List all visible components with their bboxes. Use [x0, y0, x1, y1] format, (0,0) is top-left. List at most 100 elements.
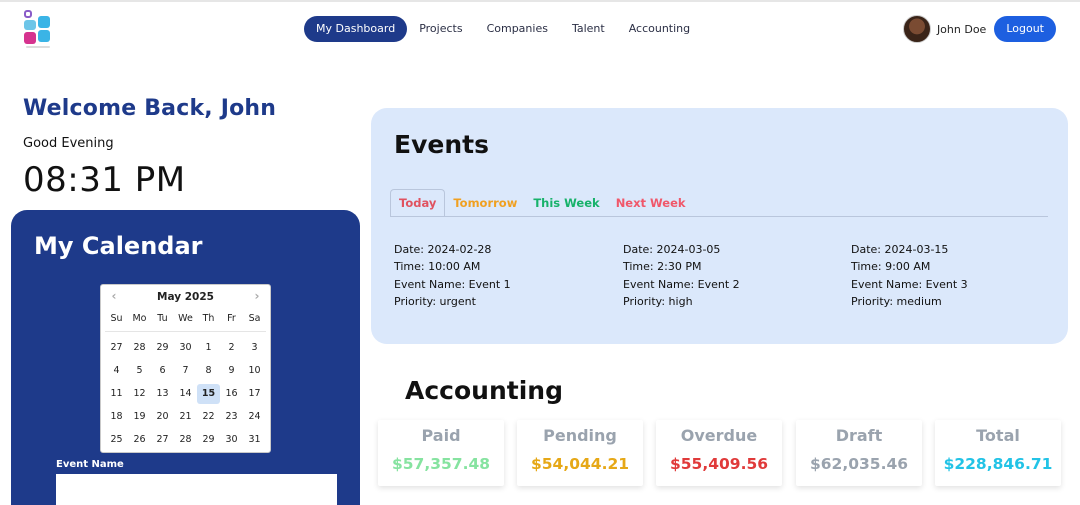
chevron-right-icon[interactable]: ›	[248, 285, 266, 309]
calendar-day[interactable]: 9	[220, 361, 243, 381]
calendar-day[interactable]: 1	[197, 338, 220, 358]
calendar-day[interactable]: 14	[174, 384, 197, 404]
calendar-day[interactable]: 12	[128, 384, 151, 404]
tabs-underline	[390, 216, 1048, 217]
calendar-day[interactable]: 20	[151, 407, 174, 427]
event-date: Date: 2024-03-15	[851, 243, 949, 256]
user-area: John Doe Logout	[902, 15, 1056, 43]
accounting-card-overdue[interactable]: Overdue $55,409.56	[656, 420, 782, 486]
events-tabs: Today Tomorrow This Week Next Week	[390, 189, 694, 216]
date-picker: ‹ May 2025 › Su Mo Tu We Th Fr Sa 27 28 29 30 1 2 3 4…	[100, 284, 271, 453]
card-value: $55,409.56	[669, 455, 769, 473]
weekday-label: Th	[202, 313, 215, 324]
main-nav: My Dashboard Projects Companies Talent A…	[304, 16, 702, 42]
calendar-day[interactable]: 31	[243, 430, 266, 450]
tab-next-week[interactable]: Next Week	[608, 190, 694, 216]
nav-item-accounting[interactable]: Accounting	[617, 16, 702, 42]
current-time: 08:31 PM	[23, 160, 186, 200]
event-item: Date: 2024-03-05 Time: 2:30 PM Event Nam…	[623, 241, 740, 310]
calendar-day[interactable]: 4	[105, 361, 128, 381]
calendar-title: My Calendar	[34, 232, 203, 260]
calendar-day[interactable]: 8	[197, 361, 220, 381]
card-value: $57,357.48	[391, 455, 491, 473]
event-name-label: Event Name	[56, 459, 124, 470]
weekday-label: Mo	[132, 313, 147, 324]
accounting-card-paid[interactable]: Paid $57,357.48	[378, 420, 504, 486]
weekday-label: We	[178, 313, 193, 324]
card-label: Pending	[543, 426, 617, 445]
calendar-day[interactable]: 28	[128, 338, 151, 358]
date-picker-header: ‹ May 2025 ›	[101, 285, 270, 309]
date-picker-divider	[105, 331, 266, 332]
card-label: Paid	[421, 426, 461, 445]
calendar-day[interactable]: 18	[105, 407, 128, 427]
calendar-day[interactable]: 2	[220, 338, 243, 358]
calendar-day[interactable]: 10	[243, 361, 266, 381]
calendar-day[interactable]: 30	[220, 430, 243, 450]
calendar-day[interactable]: 17	[243, 384, 266, 404]
calendar-day[interactable]: 22	[197, 407, 220, 427]
calendar-day[interactable]: 25	[105, 430, 128, 450]
app-logo[interactable]	[22, 8, 52, 50]
day-grid: 27 28 29 30 1 2 3 4 5 6 7 8 9 10 11 12 13 14 15 16 17 18 19 20 2…	[101, 338, 270, 450]
event-date: Date: 2024-03-05	[623, 243, 721, 256]
calendar-day[interactable]: 26	[128, 430, 151, 450]
tab-tomorrow[interactable]: Tomorrow	[445, 190, 525, 216]
calendar-day[interactable]: 16	[220, 384, 243, 404]
calendar-day[interactable]: 27	[105, 338, 128, 358]
weekday-row: Su Mo Tu We Th Fr Sa	[101, 309, 270, 329]
logo-outline-square	[24, 10, 32, 18]
card-value: $62,035.46	[809, 455, 909, 473]
calendar-day[interactable]: 29	[197, 430, 220, 450]
calendar-day-selected[interactable]: 15	[197, 384, 220, 404]
calendar-day[interactable]: 5	[128, 361, 151, 381]
tab-today[interactable]: Today	[390, 189, 446, 216]
tab-this-week[interactable]: This Week	[525, 190, 607, 216]
nav-item-my-dashboard[interactable]: My Dashboard	[304, 16, 408, 42]
avatar[interactable]	[902, 15, 931, 43]
calendar-day[interactable]: 27	[151, 430, 174, 450]
calendar-day[interactable]: 30	[174, 338, 197, 358]
calendar-day[interactable]: 28	[174, 430, 197, 450]
event-name: Event Name: Event 1	[394, 277, 511, 291]
weekday-label: Sa	[248, 313, 261, 324]
accounting-card-total[interactable]: Total $228,846.71	[935, 420, 1061, 486]
calendar-day[interactable]: 11	[105, 384, 128, 404]
event-time: Time: 2:30 PM	[623, 260, 702, 274]
event-item: Date: 2024-02-28 Time: 10:00 AM Event Na…	[394, 241, 511, 310]
logo-square-blue	[24, 20, 36, 30]
calendar-day[interactable]: 6	[151, 361, 174, 381]
nav-item-talent[interactable]: Talent	[560, 16, 617, 42]
event-name-input[interactable]	[56, 474, 337, 505]
calendar-day[interactable]: 19	[128, 407, 151, 427]
user-name: John Doe	[936, 22, 987, 36]
nav-item-companies[interactable]: Companies	[475, 16, 560, 42]
card-label: Draft	[835, 426, 883, 445]
calendar-panel: My Calendar ‹ May 2025 › Su Mo Tu We Th Fr Sa …	[11, 210, 360, 505]
calendar-day[interactable]: 21	[174, 407, 197, 427]
event-name: Event Name: Event 3	[851, 277, 968, 291]
weekday-label: Su	[110, 313, 123, 324]
logout-button[interactable]: Logout	[994, 16, 1056, 42]
card-label: Overdue	[680, 426, 758, 445]
greeting-text: Good Evening	[23, 136, 114, 151]
weekday-label: Fr	[227, 313, 236, 324]
event-item: Date: 2024-03-15 Time: 9:00 AM Event Nam…	[851, 241, 968, 310]
top-border	[0, 0, 1080, 2]
calendar-day[interactable]: 13	[151, 384, 174, 404]
accounting-card-draft[interactable]: Draft $62,035.46	[796, 420, 922, 486]
accounting-card-pending[interactable]: Pending $54,044.21	[517, 420, 643, 486]
event-time: Time: 10:00 AM	[394, 260, 481, 274]
calendar-day[interactable]: 3	[243, 338, 266, 358]
event-priority: Priority: urgent	[394, 294, 476, 308]
calendar-day[interactable]: 23	[220, 407, 243, 427]
nav-item-projects[interactable]: Projects	[407, 16, 474, 42]
event-priority: Priority: high	[623, 294, 693, 308]
logo-square-blue-2	[38, 30, 50, 42]
accounting-title: Accounting	[405, 376, 563, 405]
calendar-day[interactable]: 7	[174, 361, 197, 381]
calendar-day[interactable]: 29	[151, 338, 174, 358]
welcome-heading: Welcome Back, John	[23, 96, 277, 121]
calendar-day[interactable]: 24	[243, 407, 266, 427]
chevron-left-icon[interactable]: ‹	[105, 285, 123, 309]
